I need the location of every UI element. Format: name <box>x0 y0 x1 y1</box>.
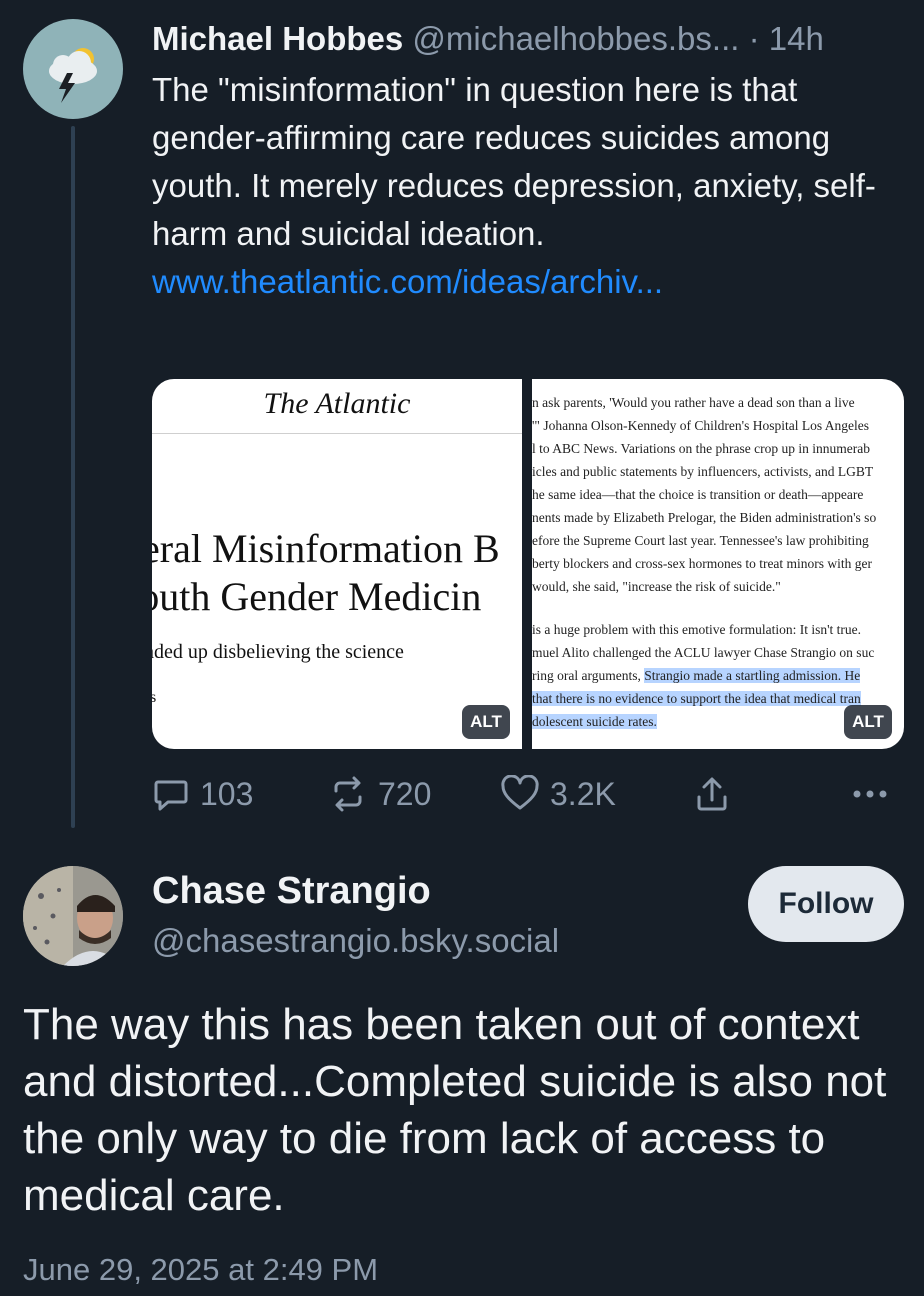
excerpt-line: would, she said, "increase the risk of s… <box>532 579 781 594</box>
follow-button[interactable]: Follow <box>748 866 904 942</box>
author-name[interactable]: Chase Strangio <box>152 870 431 913</box>
avatar-michael-hobbes[interactable] <box>23 19 123 119</box>
excerpt-line: nents made by Elizabeth Prelogar, the Bi… <box>532 510 877 525</box>
profile-photo-icon <box>23 866 123 966</box>
thread-line <box>71 126 75 828</box>
post-images: The Atlantic eral Misinformation B 'outh… <box>152 379 904 749</box>
excerpt-line: he same idea—that the choice is transiti… <box>532 487 864 502</box>
reply-button[interactable]: 103 <box>152 770 253 818</box>
like-count: 3.2K <box>550 775 616 812</box>
author-handle[interactable]: @michaelhobbes.bs... <box>412 20 739 57</box>
like-button[interactable]: 3.2K <box>500 770 616 818</box>
share-icon <box>697 777 727 811</box>
share-button[interactable] <box>694 770 740 818</box>
alt-badge-right[interactable]: ALT <box>844 705 892 739</box>
excerpt-line-with-highlight: ring oral arguments, Strangio made a sta… <box>532 664 904 687</box>
heart-icon <box>501 775 539 810</box>
excerpt-line: efore the Supreme Court last year. Tenne… <box>532 533 869 548</box>
atlantic-masthead: The Atlantic <box>263 387 411 420</box>
repost-icon <box>334 776 362 812</box>
article-excerpt: n ask parents, 'Would you rather have a … <box>532 391 904 733</box>
excerpt-fragment: ring oral arguments, <box>532 668 645 683</box>
post-meta: Michael Hobbes @michaelhobbes.bs... · 14… <box>152 18 912 60</box>
headline-line-1: eral Misinformation B <box>152 526 500 571</box>
excerpt-line: l to ABC News. Variations on the phrase … <box>532 441 870 456</box>
reply-icon <box>154 780 188 811</box>
repost-count: 720 <box>378 775 432 812</box>
highlighted-text: that there is no evidence to support the… <box>532 691 861 706</box>
post-text: The way this has been taken out of conte… <box>23 1000 887 1220</box>
excerpt-line: n ask parents, 'Would you rather have a … <box>532 395 855 410</box>
masthead-rule <box>152 433 522 434</box>
author-handle[interactable]: @chasestrangio.bsky.social <box>152 922 559 960</box>
post-michael-hobbes: Michael Hobbes @michaelhobbes.bs... · 14… <box>152 18 912 306</box>
repost-button[interactable]: 720 <box>328 770 431 818</box>
alt-badge-left[interactable]: ALT <box>462 705 510 739</box>
post-date: June 29, 2025 at 2:49 PM <box>23 1252 379 1287</box>
image-atlantic-headline[interactable]: The Atlantic eral Misinformation B 'outh… <box>152 379 522 749</box>
image-article-excerpt[interactable]: n ask parents, 'Would you rather have a … <box>532 379 904 749</box>
excerpt-line: icles and public statements by influence… <box>532 464 874 479</box>
post-action-bar: 103 720 3.2K <box>152 770 904 818</box>
article-headline: eral Misinformation B 'outh Gender Medic… <box>152 525 500 621</box>
avatar-chase-strangio[interactable] <box>23 866 123 966</box>
storm-cloud-icon <box>49 48 97 103</box>
article-byline-fragment: s <box>152 689 157 706</box>
highlighted-text: dolescent suicide rates. <box>532 714 657 729</box>
article-link[interactable]: www.theatlantic.com/ideas/archiv... <box>152 258 912 306</box>
post-time[interactable]: · 14h <box>749 20 824 57</box>
headline-line-2: 'outh Gender Medicin <box>152 574 482 619</box>
post-text: The "misinformation" in question here is… <box>152 71 876 252</box>
excerpt-line: '" Johanna Olson-Kennedy of Children's H… <box>532 418 869 433</box>
highlighted-text: Strangio made a startling admission. He <box>644 668 861 683</box>
more-options-button[interactable] <box>850 770 900 818</box>
excerpt-line: muel Alito challenged the ACLU lawyer Ch… <box>532 645 875 660</box>
article-deck: nded up disbelieving the science <box>152 641 404 663</box>
reply-count: 103 <box>200 775 254 812</box>
author-name[interactable]: Michael Hobbes <box>152 20 403 57</box>
excerpt-line: is a huge problem with this emotive form… <box>532 622 862 637</box>
excerpt-line: berty blockers and cross-sex hormones to… <box>532 556 873 571</box>
more-dots-icon <box>853 790 887 798</box>
